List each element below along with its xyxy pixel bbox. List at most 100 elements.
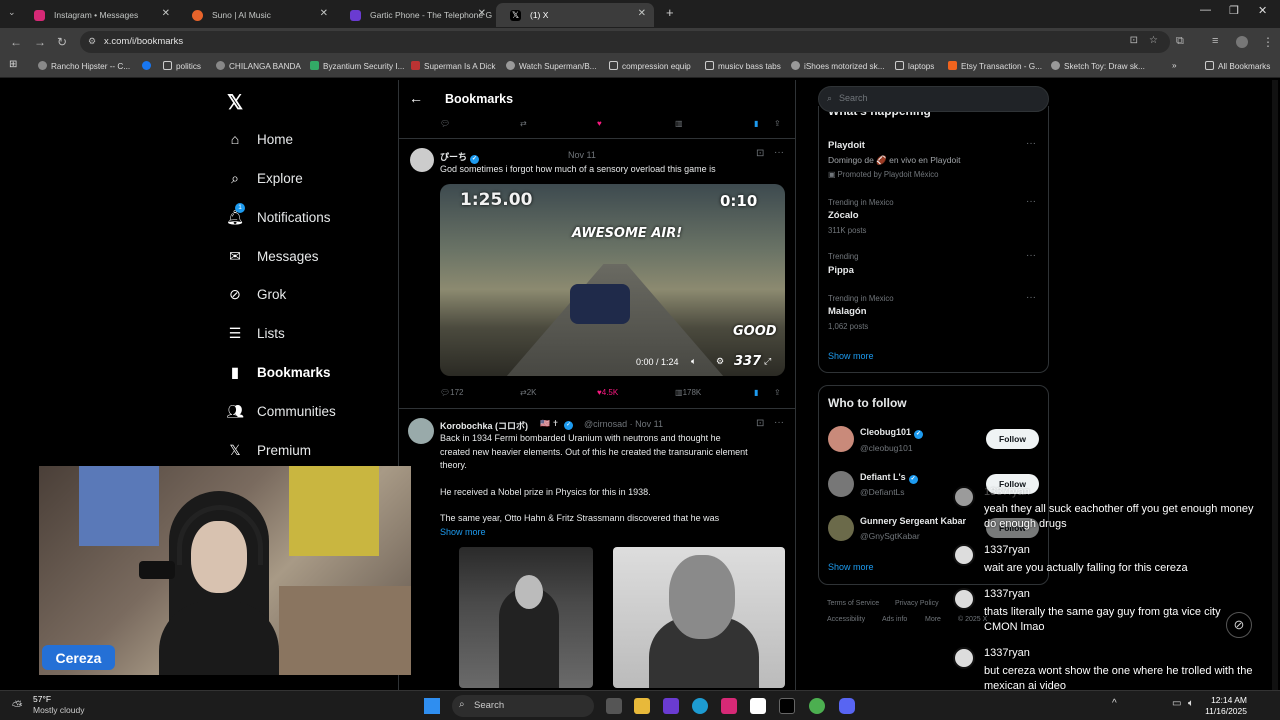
- weather-temp[interactable]: 57°F: [33, 694, 51, 704]
- x-logo-icon[interactable]: 𝕏: [227, 90, 243, 115]
- tab-instagram[interactable]: Instagram • Messages ✕: [20, 3, 178, 27]
- app-icon[interactable]: [663, 698, 679, 714]
- more-options-icon[interactable]: ···: [1026, 196, 1036, 207]
- grok-actions-icon[interactable]: ⊡: [756, 418, 764, 429]
- nav-home[interactable]: ⌂ Home: [226, 127, 293, 151]
- tab-list-icon[interactable]: ⌄: [8, 7, 16, 18]
- views-button[interactable]: ▥ 178K: [675, 388, 701, 397]
- repost-button[interactable]: ⇄ 2K: [520, 388, 537, 397]
- show-more-suggestions-link[interactable]: Show more: [828, 562, 874, 572]
- x-app-icon[interactable]: [779, 698, 795, 714]
- bookmark-compression[interactable]: compression equip: [609, 61, 691, 71]
- volume-icon[interactable]: 🔈︎: [1188, 698, 1194, 709]
- network-icon[interactable]: ▭: [1172, 698, 1181, 709]
- apps-icon[interactable]: ⊞: [9, 59, 17, 70]
- chrome-icon[interactable]: [809, 698, 825, 714]
- suggestion-name[interactable]: Gunnery Sergeant Kabar: [860, 516, 966, 526]
- tray-overflow-icon[interactable]: ^: [1112, 698, 1117, 709]
- more-options-icon[interactable]: ···: [1026, 292, 1036, 303]
- share-icon[interactable]: ⇪: [774, 388, 781, 397]
- back-arrow-icon[interactable]: ←: [409, 90, 423, 106]
- nav-bookmarks[interactable]: ▮ Bookmarks: [226, 360, 330, 384]
- more-options-icon[interactable]: ···: [774, 147, 784, 158]
- tweet-author-name[interactable]: ぴーち ✓: [440, 150, 480, 164]
- nav-grok[interactable]: ⊘ Grok: [226, 282, 286, 306]
- taskbar-search[interactable]: ⌕ Search: [452, 695, 594, 717]
- bookmarks-overflow-icon[interactable]: »: [1172, 61, 1177, 70]
- settings-gear-icon[interactable]: ⚙: [716, 356, 724, 367]
- close-window-icon[interactable]: ✕: [1258, 4, 1267, 17]
- discord-icon[interactable]: [839, 698, 855, 714]
- task-view-icon[interactable]: [606, 698, 622, 714]
- suggestion-avatar[interactable]: [828, 426, 854, 452]
- close-tab-icon[interactable]: ✕: [638, 8, 646, 19]
- tab-suno[interactable]: Suno | AI Music ✕: [178, 3, 336, 27]
- close-tab-icon[interactable]: ✕: [478, 8, 486, 19]
- tweet-avatar[interactable]: [408, 418, 434, 444]
- install-app-icon[interactable]: ⊡: [1130, 35, 1138, 46]
- footer-more[interactable]: More: [925, 616, 941, 623]
- bookmark-filled-icon[interactable]: ▮: [754, 388, 758, 397]
- bookmark-chilanga[interactable]: CHILANGA BANDA: [216, 61, 301, 71]
- like-button[interactable]: ♥ 4.5K: [597, 388, 618, 397]
- tab-gartic[interactable]: Gartic Phone - The Telephone G ✕: [336, 3, 494, 27]
- suggestion-name[interactable]: Defiant L's ✓: [860, 472, 918, 484]
- grok-float-icon[interactable]: ⊘: [1226, 612, 1252, 638]
- amazon-icon[interactable]: [750, 698, 766, 714]
- bookmark-superman[interactable]: Superman Is A Dick: [411, 61, 495, 71]
- footer-privacy[interactable]: Privacy Policy: [895, 600, 939, 607]
- close-tab-icon[interactable]: ✕: [320, 8, 328, 19]
- follow-button[interactable]: Follow: [986, 429, 1039, 449]
- edge-icon[interactable]: [692, 698, 708, 714]
- maximize-icon[interactable]: ❐: [1229, 4, 1239, 17]
- suggestion-avatar[interactable]: [828, 471, 854, 497]
- more-options-icon[interactable]: ···: [1026, 138, 1036, 149]
- fullscreen-icon[interactable]: ⤢: [764, 356, 771, 367]
- mute-icon[interactable]: 🔈︎: [691, 356, 696, 367]
- new-tab-icon[interactable]: +: [666, 5, 674, 20]
- bookmark-filled-icon[interactable]: ▮: [754, 119, 758, 128]
- footer-accessibility[interactable]: Accessibility: [827, 616, 865, 623]
- reply-button[interactable]: 💬︎ 172: [440, 388, 464, 397]
- more-options-icon[interactable]: ···: [774, 417, 784, 428]
- like-icon[interactable]: ♥: [597, 119, 602, 128]
- minimize-icon[interactable]: —: [1200, 4, 1211, 16]
- reply-icon[interactable]: 💬︎: [440, 119, 450, 128]
- bookmark-etsy[interactable]: Etsy Transaction - G...: [948, 61, 1042, 71]
- bookmark-laptops[interactable]: laptops: [895, 61, 934, 71]
- weather-desc[interactable]: Mostly cloudy: [33, 705, 85, 715]
- nav-lists[interactable]: ☰ Lists: [226, 321, 285, 345]
- tweet-avatar[interactable]: [410, 148, 434, 172]
- start-icon[interactable]: [424, 698, 440, 714]
- suggestion-avatar[interactable]: [828, 515, 854, 541]
- footer-terms[interactable]: Terms of Service: [827, 600, 879, 607]
- tweet-date[interactable]: Nov 11: [568, 150, 596, 160]
- bookmark-all[interactable]: All Bookmarks: [1205, 61, 1270, 71]
- system-clock[interactable]: 12:14 AM 11/16/2025: [1205, 695, 1247, 717]
- reload-icon[interactable]: ↻: [57, 35, 67, 49]
- address-bar[interactable]: ⚙ x.com/i/bookmarks ⊡ ☆: [80, 31, 1170, 53]
- nav-communities[interactable]: 👥︎ Communities: [226, 399, 336, 423]
- star-icon[interactable]: ☆: [1149, 35, 1158, 46]
- instagram-icon[interactable]: [721, 698, 737, 714]
- bookmark-facebook[interactable]: [142, 61, 155, 71]
- trend-name[interactable]: Malagón: [828, 306, 867, 317]
- tab-x[interactable]: 𝕏 (1) X ✕: [496, 3, 654, 27]
- close-tab-icon[interactable]: ✕: [162, 8, 170, 19]
- nav-notifications[interactable]: 🔔︎ 1 Notifications: [226, 203, 331, 229]
- trend-name[interactable]: Zócalo: [828, 210, 859, 221]
- bookmark-sketch-toy[interactable]: Sketch Toy: Draw sk...: [1051, 61, 1145, 71]
- bookmark-rancho[interactable]: Rancho Hipster -- C...: [38, 61, 130, 71]
- tweet-photo-hahn[interactable]: [613, 547, 785, 688]
- tweet-video-player[interactable]: 1:25.00 0:10 AWESOME AIR! GOOD 0:00 / 1:…: [440, 184, 785, 376]
- show-more-link[interactable]: Show more: [440, 527, 486, 537]
- tweet-author-name[interactable]: Korobochka (コロボ): [440, 419, 528, 432]
- grok-actions-icon[interactable]: ⊡: [756, 148, 764, 159]
- site-info-icon[interactable]: ⚙: [88, 36, 96, 47]
- suggestion-name[interactable]: Cleobug101 ✓: [860, 427, 924, 439]
- bookmark-byzantium[interactable]: Byzantium Security I...: [310, 61, 404, 71]
- file-explorer-icon[interactable]: [634, 698, 650, 714]
- nav-messages[interactable]: ✉ Messages: [226, 244, 318, 268]
- views-icon[interactable]: ▥: [675, 119, 683, 128]
- tweet-photo-fermi[interactable]: [459, 547, 593, 688]
